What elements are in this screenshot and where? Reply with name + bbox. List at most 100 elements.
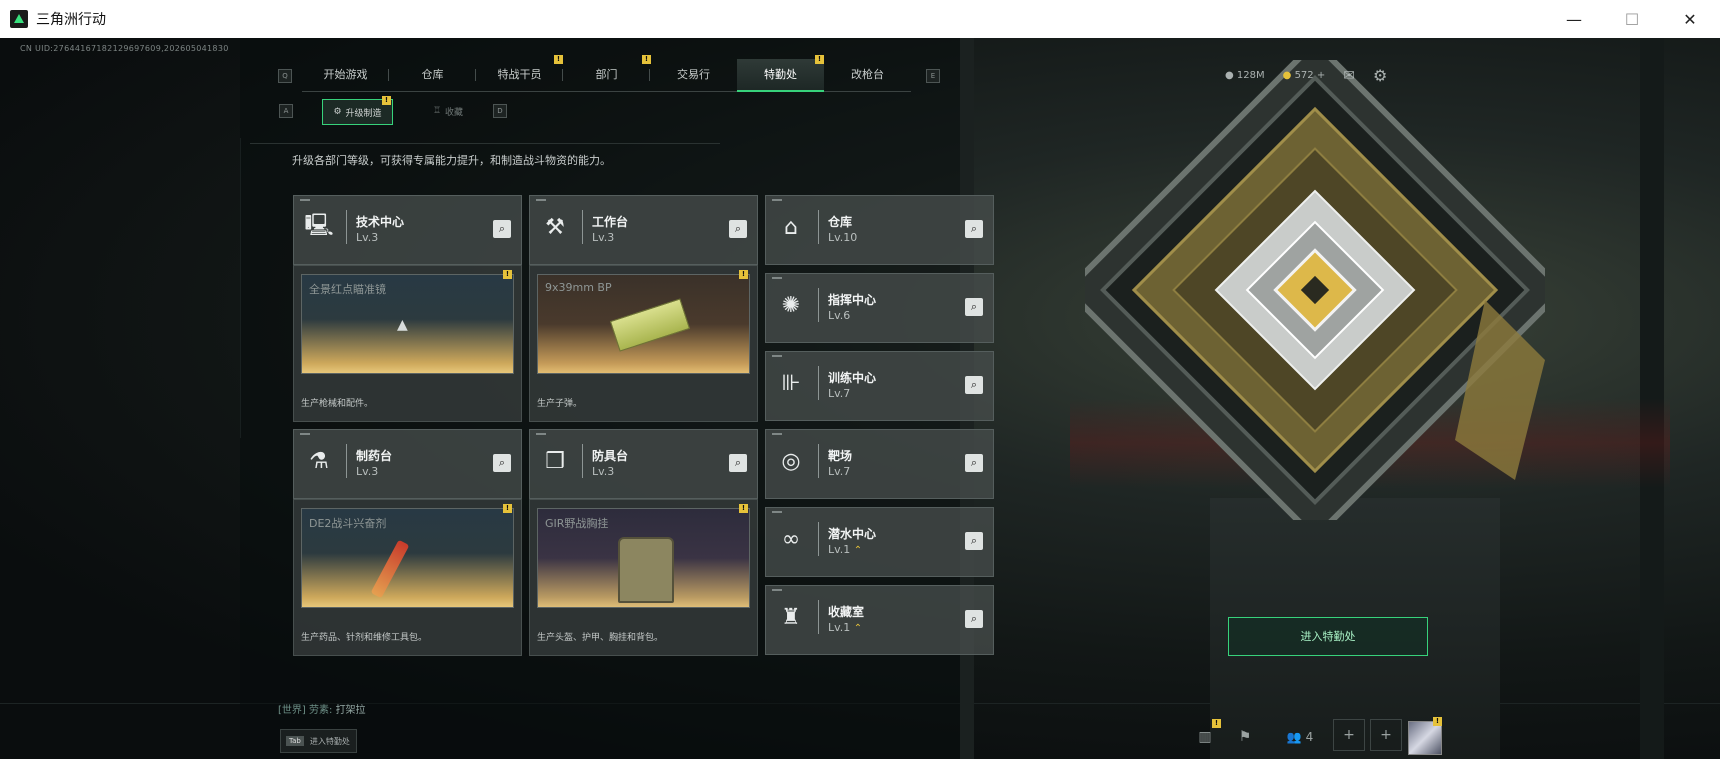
subtab-label: 收藏	[445, 107, 464, 118]
facility-level: Lv.3	[356, 465, 379, 478]
badge-pharmacy-production: !	[503, 504, 512, 513]
tab-department[interactable]: 部门	[563, 59, 650, 91]
tab-label: 部门	[595, 68, 618, 81]
production-caption: 生产药品、针剂和维修工具包。	[301, 633, 428, 643]
user-uid: CN UID:27644167182129697609,202605041830	[20, 44, 229, 53]
upgrade-arrow-icon: ⌃	[853, 623, 863, 634]
tab-label: 特战干员	[497, 68, 542, 81]
tab-gunsmith[interactable]: 改枪台	[824, 59, 911, 91]
window-titlebar: 三角洲行动 — ☐ ✕	[0, 0, 1720, 39]
subtab-right-key-hint: D	[493, 104, 507, 118]
subtab-left-key-hint: A	[279, 104, 293, 118]
subtab-collection[interactable]: ♖ 收藏	[415, 99, 481, 123]
add-slot-button[interactable]: +	[1333, 719, 1365, 751]
coin-icon: ●	[1225, 70, 1234, 81]
trophy-icon: ♜	[781, 604, 801, 630]
facility-card-collection-room[interactable]: ♜ 收藏室 Lv.1 ⌃ ⌕	[765, 585, 994, 655]
facility-level: Lv.6	[828, 309, 851, 322]
facility-card-pharmacy[interactable]: ⚗ 制药台 Lv.3 ⌕	[293, 429, 522, 499]
tab-warehouse[interactable]: 仓库	[389, 59, 476, 91]
special-ops-machine-image	[1085, 60, 1545, 520]
facility-card-training-center[interactable]: ⊪ 训练中心 Lv.7 ⌕	[765, 351, 994, 421]
tab-special-ops[interactable]: 特勤处	[737, 59, 824, 92]
tab-start-game[interactable]: 开始游戏	[302, 59, 389, 91]
gear-icon: ⚙	[333, 107, 342, 117]
production-image: 9x39mm BP	[537, 274, 750, 374]
facility-card-armor[interactable]: ❒ 防具台 Lv.3 ⌕	[529, 429, 758, 499]
diamond-icon: ●	[1282, 70, 1292, 81]
production-slot-workbench[interactable]: 9x39mm BP 生产子弹。	[529, 265, 758, 422]
facility-card-workbench[interactable]: ⚒ 工作台 Lv.3 ⌕	[529, 195, 758, 265]
search-icon[interactable]: ⌕	[965, 610, 983, 628]
chat-message: 打架拉	[335, 705, 366, 716]
search-icon[interactable]: ⌕	[965, 532, 983, 550]
chat-sender: 劳素:	[309, 705, 333, 716]
production-caption: 生产子弹。	[537, 399, 583, 409]
close-button[interactable]: ✕	[1662, 0, 1718, 38]
badge-operators: !	[554, 55, 563, 64]
settings-gear-icon[interactable]: ⚙	[1373, 66, 1387, 85]
facility-card-tech-center[interactable]: 🖳 技术中心 Lv.3 ⌕	[293, 195, 522, 265]
target-icon: ◎	[781, 448, 801, 474]
search-icon[interactable]: ⌕	[729, 220, 747, 238]
currency-2[interactable]: ● 572 +	[1283, 70, 1326, 81]
facility-level: Lv.1 ⌃	[828, 621, 863, 634]
search-icon[interactable]: ⌕	[729, 454, 747, 472]
production-slot-tech-center[interactable]: 全景红点瞄准镜 ▲ 生产枪械和配件。	[293, 265, 522, 422]
search-icon[interactable]: ⌕	[965, 376, 983, 394]
chip-icon: ✺	[781, 292, 801, 318]
facility-card-shooting-range[interactable]: ◎ 靶场 Lv.7 ⌕	[765, 429, 994, 499]
tab-hint-label: 进入特勤处	[309, 736, 350, 746]
badge-armor-production: !	[739, 504, 748, 513]
search-icon[interactable]: ⌕	[965, 454, 983, 472]
production-item-name: 9x39mm BP	[545, 281, 612, 294]
badge-special-ops: !	[815, 55, 824, 64]
tab-label: 改枪台	[851, 68, 884, 81]
tab-shortcut-hint[interactable]: Tab 进入特勤处	[280, 729, 357, 753]
mail-icon[interactable]: ✉	[1343, 68, 1355, 84]
tab-trading[interactable]: 交易行	[650, 59, 737, 91]
facility-name: 指挥中心	[828, 293, 877, 307]
tab-operators[interactable]: 特战干员	[476, 59, 563, 91]
tab-key: Tab	[286, 736, 304, 746]
trophy-icon: ♖	[432, 106, 442, 116]
production-slot-pharmacy[interactable]: DE2战斗兴奋剂 生产药品、针剂和维修工具包。	[293, 499, 522, 656]
facility-name: 仓库	[828, 215, 853, 229]
facility-name: 工作台	[592, 215, 629, 229]
facility-card-diving-center[interactable]: ∞ 潜水中心 Lv.1 ⌃ ⌕	[765, 507, 994, 577]
production-item-name: GIR野战胸挂	[545, 517, 609, 530]
facility-name: 收藏室	[828, 605, 865, 619]
facility-card-command-center[interactable]: ✺ 指挥中心 Lv.6 ⌕	[765, 273, 994, 343]
search-icon[interactable]: ⌕	[493, 454, 511, 472]
maximize-button[interactable]: ☐	[1604, 0, 1660, 38]
goggles-icon: ∞	[781, 526, 801, 552]
tab-label: 特勤处	[764, 68, 797, 81]
search-icon[interactable]: ⌕	[965, 220, 983, 238]
facility-level: Lv.3	[592, 465, 615, 478]
window-title: 三角洲行动	[36, 12, 106, 28]
friends-button[interactable]: 👥 4	[1280, 719, 1320, 755]
facility-name: 制药台	[356, 449, 393, 463]
avatar[interactable]	[1408, 721, 1442, 755]
badge-stats: !	[1212, 719, 1221, 728]
facility-name: 潜水中心	[828, 527, 877, 541]
flag-icon[interactable]: ⚑	[1230, 719, 1260, 755]
friends-count: 4	[1305, 730, 1314, 744]
add-slot-button-2[interactable]: +	[1370, 719, 1402, 751]
search-icon[interactable]: ⌕	[965, 298, 983, 316]
facility-level: Lv.7	[828, 465, 851, 478]
search-icon[interactable]: ⌕	[493, 220, 511, 238]
facility-card-warehouse[interactable]: ⌂ 仓库 Lv.10 ⌕	[765, 195, 994, 265]
chest-rig-image	[618, 537, 674, 603]
production-slot-armor[interactable]: GIR野战胸挂 生产头盔、护甲、胸挂和背包。	[529, 499, 758, 656]
chat-line[interactable]: [世界] 劳素: 打架拉	[278, 701, 366, 716]
chat-channel: [世界]	[278, 705, 306, 716]
tab-label: 仓库	[421, 68, 444, 81]
minimize-button[interactable]: —	[1546, 0, 1602, 38]
facility-level: Lv.3	[592, 231, 615, 244]
microscope-icon: ⚗	[309, 448, 329, 474]
subtab-label: 升级制造	[345, 108, 382, 119]
delta-logo-icon: ▲	[397, 317, 408, 333]
enter-special-ops-button[interactable]: 进入特勤处	[1228, 617, 1428, 656]
badge-department: !	[642, 55, 651, 64]
